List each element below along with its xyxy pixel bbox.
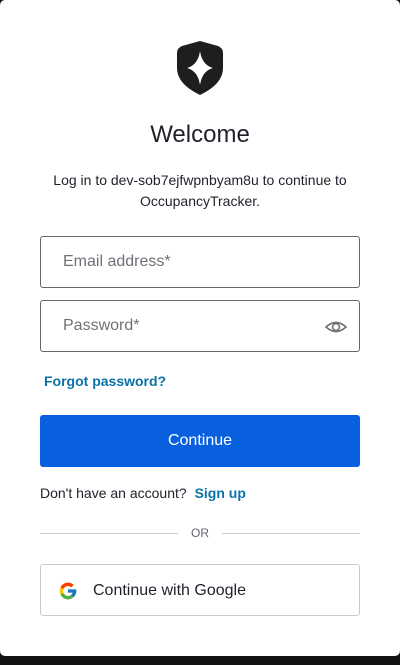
continue-with-google-button[interactable]: Continue with Google xyxy=(40,564,360,616)
google-button-label: Continue with Google xyxy=(93,582,246,599)
login-card: Welcome Log in to dev-sob7ejfwpnbyam8u t… xyxy=(0,0,400,656)
continue-button[interactable]: Continue xyxy=(40,415,360,467)
password-field[interactable] xyxy=(41,301,359,351)
forgot-password-link[interactable]: Forgot password? xyxy=(44,372,166,390)
signup-row: Don't have an account? Sign up xyxy=(40,484,246,502)
signup-prompt: Don't have an account? xyxy=(40,485,187,501)
divider-right xyxy=(222,533,360,534)
divider-label: OR xyxy=(191,526,209,540)
google-icon xyxy=(59,582,77,600)
password-field-container xyxy=(40,300,360,352)
email-field-container xyxy=(40,236,360,288)
divider-left xyxy=(40,533,178,534)
shield-star-logo-icon xyxy=(177,41,223,95)
email-field[interactable] xyxy=(41,237,359,287)
page-title: Welcome xyxy=(150,121,250,148)
login-subtitle: Log in to dev-sob7ejfwpnbyam8u to contin… xyxy=(53,172,347,209)
eye-icon[interactable] xyxy=(325,317,347,337)
signup-link[interactable]: Sign up xyxy=(195,485,246,501)
